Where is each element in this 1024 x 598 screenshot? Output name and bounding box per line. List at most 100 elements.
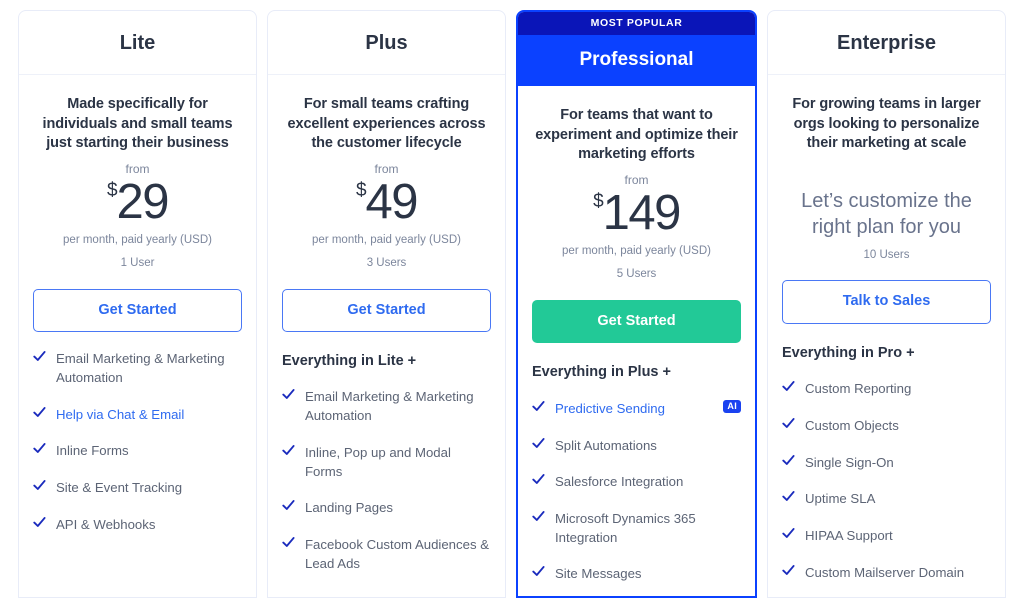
plan-currency-symbol-lite: $ xyxy=(106,180,118,202)
feature-label: Single Sign-On xyxy=(805,454,894,470)
feature-item: API & Webhooks xyxy=(33,516,242,535)
check-icon xyxy=(782,380,795,396)
check-icon xyxy=(782,564,795,580)
plan-tagline-professional: For teams that want to experiment and op… xyxy=(535,107,738,163)
plan-cta-button-plus[interactable]: Get Started xyxy=(282,288,491,333)
check-icon xyxy=(532,437,545,453)
check-icon xyxy=(33,442,46,458)
check-icon xyxy=(33,406,46,422)
check-icon xyxy=(532,510,545,526)
check-icon xyxy=(532,565,545,581)
plan-title-professional: Professional xyxy=(518,34,755,87)
feature-label: Site & Event Tracking xyxy=(56,480,183,495)
feature-item: Custom Reporting xyxy=(782,380,991,399)
plan-body-lite: Made specifically for individuals and sm… xyxy=(19,75,256,597)
plan-body-plus: For small teams crafting excellent exper… xyxy=(268,75,505,597)
feature-label: Email Marketing & Marketing Automation xyxy=(305,389,474,424)
feature-label: Custom Objects xyxy=(805,418,899,433)
plan-cta-button-professional[interactable]: Get Started xyxy=(532,300,741,344)
plan-seats-plus: 3 Users xyxy=(366,256,407,269)
plan-cta-wrap-enterprise: Talk to Sales xyxy=(782,262,991,324)
feature-item: Microsoft Dynamics 365 Integration xyxy=(532,510,741,547)
check-icon xyxy=(282,388,295,404)
plan-from-label-plus: from xyxy=(374,161,399,176)
plan-price-amount-plus: 49 xyxy=(365,175,419,230)
plan-cta-button-lite[interactable]: Get Started xyxy=(33,288,242,333)
feature-label[interactable]: Help via Chat & Email xyxy=(56,406,242,425)
feature-label: Microsoft Dynamics 365 Integration xyxy=(555,511,696,545)
ai-badge: AI xyxy=(723,399,741,413)
plan-card-plus: Plus For small teams crafting excellent e… xyxy=(267,10,506,598)
plan-from-label-professional: from xyxy=(624,173,649,188)
plan-price-professional: $149 xyxy=(532,189,741,238)
plan-seats-professional: 5 Users xyxy=(616,268,657,281)
check-icon xyxy=(782,454,795,470)
check-icon xyxy=(33,479,46,495)
plan-title-enterprise: Enterprise xyxy=(768,11,1005,75)
check-icon xyxy=(282,499,295,515)
check-icon xyxy=(782,417,795,433)
feature-item: Split Automations xyxy=(532,437,741,456)
plan-custom-price-enterprise: Let’s customize the right plan for you xyxy=(801,189,972,238)
check-icon xyxy=(782,527,795,543)
plan-price-amount-lite: 29 xyxy=(116,175,170,230)
feature-item: Help via Chat & Email xyxy=(33,406,242,425)
plan-seats-lite: 1 User xyxy=(120,256,155,269)
plan-includes-heading-plus: Everything in Lite + xyxy=(282,353,417,370)
most-popular-banner: MOST POPULAR xyxy=(518,12,755,35)
feature-label: Facebook Custom Audiences & Lead Ads xyxy=(305,537,489,571)
feature-item: Facebook Custom Audiences & Lead Ads xyxy=(282,536,491,573)
plan-from-label-lite: from xyxy=(125,161,150,176)
plan-card-lite: Lite Made specifically for individuals an… xyxy=(18,10,257,598)
plan-tagline-lite: Made specifically for individuals and sm… xyxy=(42,96,233,152)
feature-label: Inline Forms xyxy=(56,443,129,459)
plan-feature-list-professional: Predictive Sending AI Split Automations Sal… xyxy=(532,399,741,596)
feature-label: Custom Mailserver Domain xyxy=(805,564,965,580)
check-icon xyxy=(33,350,46,366)
feature-item: Site Messages xyxy=(532,565,741,584)
plan-price-plus: $49 xyxy=(282,178,491,227)
plan-currency-symbol-plus: $ xyxy=(355,180,367,202)
check-icon xyxy=(282,444,295,460)
feature-item: Site & Event Tracking xyxy=(33,479,242,498)
feature-item: Salesforce Integration xyxy=(532,473,741,492)
feature-label: Salesforce Integration xyxy=(555,474,684,490)
plan-price-note-professional: per month, paid yearly (USD) xyxy=(562,245,711,258)
feature-label: Uptime SLA xyxy=(805,491,876,507)
plan-cta-wrap-professional: Get Started xyxy=(532,282,741,344)
feature-label[interactable]: Predictive Sending xyxy=(555,400,718,419)
plan-feature-list-lite: Email Marketing & Marketing Automation He… xyxy=(33,350,242,597)
check-icon xyxy=(532,473,545,489)
feature-label: Inline, Pop up and Modal Forms xyxy=(305,444,451,479)
plan-currency-symbol-professional: $ xyxy=(593,191,604,213)
pricing-plans-grid: Lite Made specifically for individuals an… xyxy=(0,0,1024,598)
feature-label: Custom Reporting xyxy=(805,381,912,397)
plan-price-lite: $29 xyxy=(33,178,242,227)
check-icon xyxy=(782,490,795,506)
feature-item: Single Sign-On xyxy=(782,454,991,473)
plan-seats-enterprise: 10 Users xyxy=(863,248,910,261)
plan-title-lite: Lite xyxy=(19,11,256,75)
check-icon xyxy=(282,536,295,552)
feature-item: Custom Mailserver Domain xyxy=(782,564,991,583)
plan-includes-heading-professional: Everything in Plus + xyxy=(532,364,671,381)
feature-label: Email Marketing & Marketing Automation xyxy=(56,351,225,385)
plan-body-professional: For teams that want to experiment and op… xyxy=(518,86,755,596)
plan-feature-list-enterprise: Custom Reporting Custom Objects Single Sig… xyxy=(782,380,991,597)
plan-price-note-plus: per month, paid yearly (USD) xyxy=(312,234,461,247)
plan-price-note-lite: per month, paid yearly (USD) xyxy=(63,234,212,247)
plan-tagline-enterprise: For growing teams in larger orgs looking… xyxy=(792,96,981,152)
plan-cta-wrap-lite: Get Started xyxy=(33,271,242,333)
feature-label: API & Webhooks xyxy=(56,516,156,532)
plan-cta-button-enterprise[interactable]: Talk to Sales xyxy=(782,280,991,324)
plan-body-enterprise: For growing teams in larger orgs looking… xyxy=(768,75,1005,597)
feature-item: Custom Objects xyxy=(782,417,991,436)
feature-item: Email Marketing & Marketing Automation xyxy=(282,388,491,425)
feature-item: Inline, Pop up and Modal Forms xyxy=(282,444,491,481)
feature-item: HIPAA Support xyxy=(782,527,991,546)
feature-label: Site Messages xyxy=(555,566,642,582)
plan-card-professional: MOST POPULAR Professional For teams that w… xyxy=(516,10,757,598)
plan-includes-heading-enterprise: Everything in Pro + xyxy=(782,344,915,361)
feature-item: Landing Pages xyxy=(282,499,491,518)
feature-item: Uptime SLA xyxy=(782,490,991,509)
